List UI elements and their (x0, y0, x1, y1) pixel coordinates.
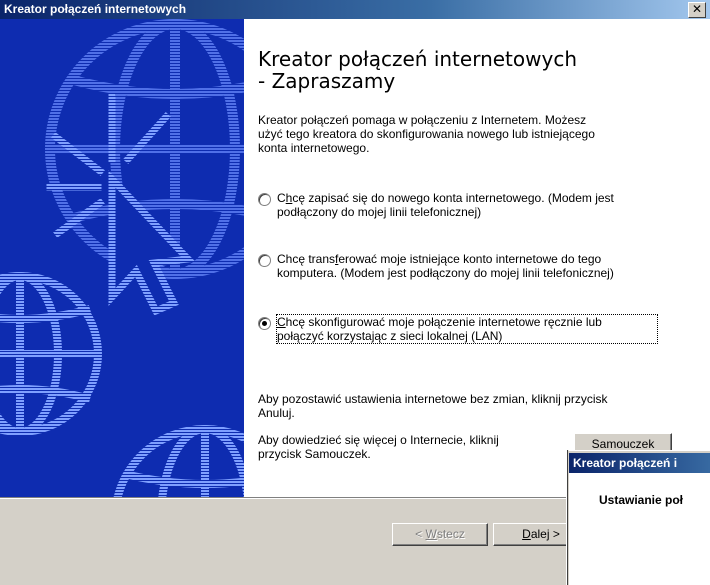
page-heading: Kreator połączeń internetowych - Zaprasz… (258, 48, 658, 92)
wizard-content: Kreator połączeń internetowych - Zaprasz… (244, 19, 710, 497)
back-button[interactable]: < Wstecz (392, 523, 488, 546)
heading-line-1: Kreator połączeń internetowych (258, 47, 577, 71)
close-button[interactable]: ✕ (688, 2, 706, 18)
cancel-note-line-2: Anuluj. (258, 406, 295, 420)
option-manual-lan-label[interactable]: Chcę skonfigurować moje połączenie inter… (276, 314, 658, 344)
tutorial-note-line-1: Aby dowiedzieć się więcej o Internecie, … (258, 433, 499, 447)
intro-text: Kreator połączeń pomaga w połączeniu z I… (258, 113, 698, 155)
setup-progress-title-bar[interactable]: Kreator połączeń i (569, 453, 710, 473)
tutorial-note-line-2: przycisk Samouczek. (258, 447, 371, 461)
tutorial-note: Aby dowiedzieć się więcej o Internecie, … (258, 433, 558, 461)
option-transfer-account-label[interactable]: Chcę transferować moje istniejące konto … (277, 252, 697, 280)
radio-selected-dot (262, 321, 267, 326)
setup-progress-title: Kreator połączeń i (573, 456, 678, 470)
setup-progress-dialog[interactable]: Kreator połączeń i Ustawianie poł (568, 450, 710, 585)
window-title: Kreator połączeń internetowych (4, 2, 187, 16)
intro-line-3: konta internetowego. (258, 141, 370, 155)
wizard-banner (0, 19, 244, 497)
globe-and-cursor-illustration (0, 19, 244, 497)
radio-new-account[interactable] (258, 193, 271, 206)
cancel-note-line-1: Aby pozostawić ustawienia internetowe be… (258, 392, 608, 406)
wizard-window: Kreator połączeń internetowych ✕ Kreator… (0, 0, 710, 585)
radio-manual-lan[interactable] (258, 317, 271, 330)
intro-line-2: użyć tego kreatora do skonfigurowania no… (258, 127, 595, 141)
heading-line-2: - Zapraszamy (258, 69, 396, 93)
close-icon: ✕ (691, 2, 703, 16)
setup-progress-message: Ustawianie poł (599, 493, 684, 507)
cancel-note: Aby pozostawić ustawienia internetowe be… (258, 392, 698, 420)
title-bar[interactable]: Kreator połączeń internetowych ✕ (0, 0, 710, 19)
intro-line-1: Kreator połączeń pomaga w połączeniu z I… (258, 113, 587, 127)
setup-progress-body: Ustawianie poł (569, 473, 710, 585)
radio-transfer-account[interactable] (258, 254, 271, 267)
option-new-account-label[interactable]: Chcę zapisać się do nowego konta interne… (277, 191, 697, 219)
